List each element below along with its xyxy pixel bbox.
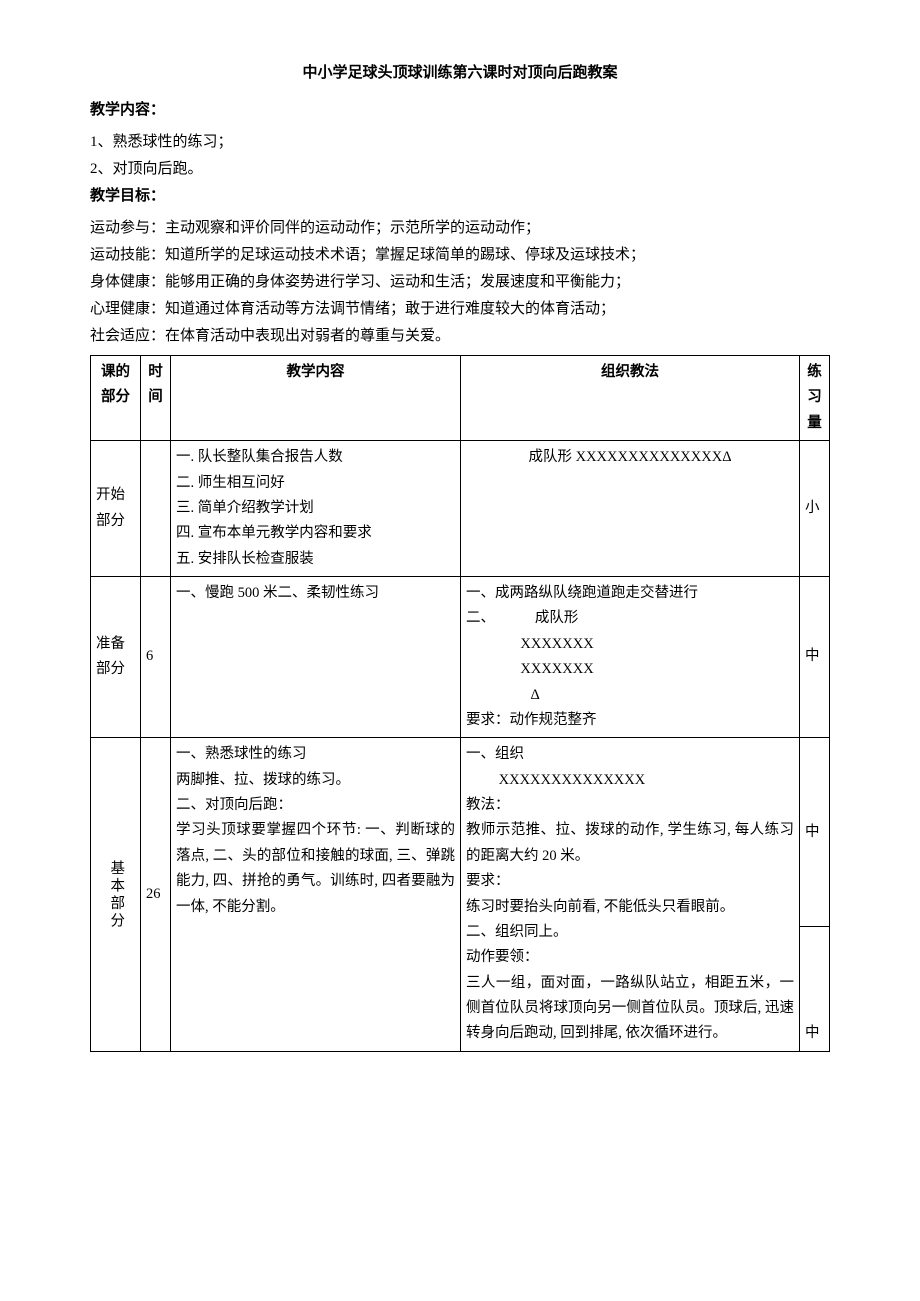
cell-time-start bbox=[141, 441, 171, 577]
content-item-1: 1、熟悉球性的练习； bbox=[90, 129, 830, 156]
row-prep: 准备部分 6 一、慢跑 500 米二、柔韧性练习 一、成两路纵队绕跑道跑走交替进… bbox=[91, 577, 830, 738]
header-content: 教学内容 bbox=[171, 356, 461, 441]
table-header-row: 课的部分 时间 教学内容 组织教法 练习量 bbox=[91, 356, 830, 441]
goals-label: 教学目标： bbox=[90, 188, 165, 204]
row-start: 开始部分 一. 队长整队集合报告人数 二. 师生相互问好 三. 简单介绍教学计划… bbox=[91, 441, 830, 577]
cell-load-start: 小 bbox=[800, 441, 830, 577]
goal-1: 运动参与：主动观察和评价同伴的运动动作；示范所学的运动动作； bbox=[90, 215, 830, 242]
lesson-table: 课的部分 时间 教学内容 组织教法 练习量 开始部分 一. 队长整队集合报告人数… bbox=[90, 355, 830, 1052]
header-method: 组织教法 bbox=[461, 356, 800, 441]
header-time: 时间 bbox=[141, 356, 171, 441]
cell-method-main: 一、组织 XXXXXXXXXXXXXX 教法： 教师示范推、拉、拨球的动作, 学… bbox=[461, 738, 800, 1052]
goal-2: 运动技能：知道所学的足球运动技术术语；掌握足球简单的踢球、停球及运球技术； bbox=[90, 242, 830, 269]
header-part: 课的部分 bbox=[91, 356, 141, 441]
teaching-content-block: 教学内容： bbox=[90, 97, 830, 124]
goal-3: 身体健康：能够用正确的身体姿势进行学习、运动和生活；发展速度和平衡能力； bbox=[90, 269, 830, 296]
cell-content-main: 一、熟悉球性的练习 两脚推、拉、拨球的练习。 二、对顶向后跑： 学习头顶球要掌握… bbox=[171, 738, 461, 1052]
row-main: 基本部分 26 一、熟悉球性的练习 两脚推、拉、拨球的练习。 二、对顶向后跑： … bbox=[91, 738, 830, 927]
cell-part-main: 基本部分 bbox=[91, 738, 141, 1052]
cell-time-prep: 6 bbox=[141, 577, 171, 738]
cell-part-prep: 准备部分 bbox=[91, 577, 141, 738]
cell-load-prep: 中 bbox=[800, 577, 830, 738]
cell-part-start: 开始部分 bbox=[91, 441, 141, 577]
content-label: 教学内容： bbox=[90, 102, 165, 118]
cell-load-main-1: 中 bbox=[800, 738, 830, 927]
cell-content-prep: 一、慢跑 500 米二、柔韧性练习 bbox=[171, 577, 461, 738]
cell-load-main-2: 中 bbox=[800, 927, 830, 1052]
goal-4: 心理健康：知道通过体育活动等方法调节情绪；敢于进行难度较大的体育活动； bbox=[90, 296, 830, 323]
cell-time-main: 26 bbox=[141, 738, 171, 1052]
teaching-goals-block: 教学目标： bbox=[90, 183, 830, 210]
page-title: 中小学足球头顶球训练第六课时对顶向后跑教案 bbox=[90, 60, 830, 87]
cell-method-start: 成队形 XXXXXXXXXXXXXXΔ bbox=[461, 441, 800, 577]
header-load: 练习量 bbox=[800, 356, 830, 441]
goal-5: 社会适应：在体育活动中表现出对弱者的尊重与关爱。 bbox=[90, 323, 830, 350]
cell-content-start: 一. 队长整队集合报告人数 二. 师生相互问好 三. 简单介绍教学计划 四. 宣… bbox=[171, 441, 461, 577]
content-item-2: 2、对顶向后跑。 bbox=[90, 156, 830, 183]
cell-method-prep: 一、成两路纵队绕跑道跑走交替进行 二、 成队形 XXXXXXX XXXXXXX … bbox=[461, 577, 800, 738]
